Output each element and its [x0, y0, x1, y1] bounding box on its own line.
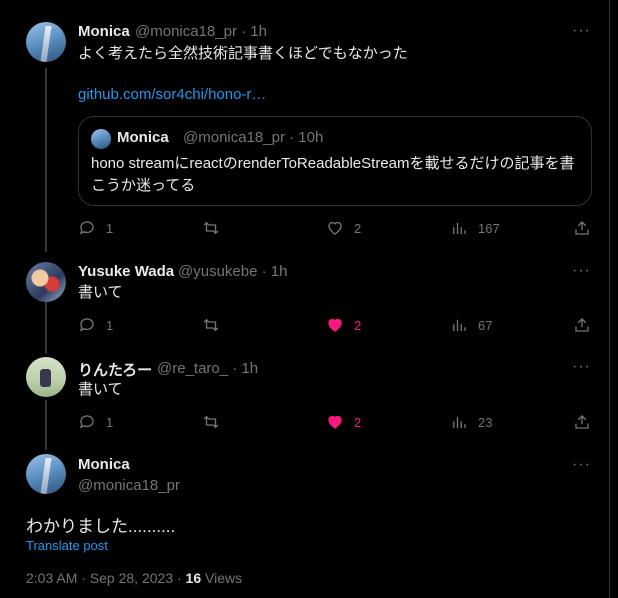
reply-button[interactable]: 1	[78, 412, 113, 432]
heart-filled-icon	[328, 415, 342, 429]
avatar[interactable]	[26, 454, 66, 494]
view-count: 167	[478, 220, 500, 236]
analytics-icon	[453, 319, 466, 331]
quote-author-name: Monica	[117, 129, 169, 146]
post-metadata: 2:03 AM · Sep 28, 2023 · 16 Views	[26, 570, 242, 586]
avatar[interactable]	[26, 22, 66, 62]
view-count: 67	[478, 317, 493, 333]
post-timestamp[interactable]: 2:03 AM · Sep 28, 2023 ·	[26, 570, 186, 586]
author-handle[interactable]: @monica18_pr	[78, 477, 180, 494]
like-button[interactable]: 2	[326, 218, 361, 238]
more-icon[interactable]: ···	[572, 262, 591, 280]
quoted-tweet[interactable]: Monica @monica18_pr · 10h hono streamにre…	[78, 116, 592, 206]
more-icon[interactable]: ···	[572, 456, 591, 474]
views-button[interactable]: 23	[450, 412, 492, 432]
repost-button[interactable]	[202, 218, 220, 238]
repost-icon	[203, 415, 219, 429]
like-count: 2	[354, 220, 362, 236]
view-count: 23	[478, 414, 493, 430]
share-button[interactable]	[573, 315, 591, 335]
share-button[interactable]	[573, 412, 591, 432]
thread-line	[45, 400, 47, 450]
avatar	[91, 129, 111, 149]
share-icon	[575, 221, 589, 235]
author-name[interactable]: Monica	[78, 23, 130, 40]
author-name[interactable]: Yusuke Wada	[78, 263, 174, 280]
reply-count: 1	[106, 317, 114, 333]
thread-line	[45, 298, 47, 354]
reply-count: 1	[106, 414, 114, 430]
repost-icon	[203, 221, 219, 235]
tweet-text: 書いて	[78, 381, 123, 398]
views-button[interactable]: 167	[450, 218, 500, 238]
like-button[interactable]: 2	[326, 315, 361, 335]
heart-icon	[328, 221, 342, 235]
tweet-link[interactable]: github.com/sor4chi/hono-r…	[78, 86, 266, 103]
reply-icon	[79, 221, 94, 235]
repost-button[interactable]	[202, 315, 220, 335]
reply-count: 1	[106, 220, 114, 236]
views-label: Views	[201, 570, 243, 586]
quote-text: hono streamにreactのrenderToReadableStream…	[91, 155, 575, 194]
avatar[interactable]	[26, 357, 66, 397]
analytics-icon	[453, 416, 466, 428]
author-name[interactable]: りんたろー	[78, 359, 152, 380]
like-count: 2	[354, 414, 362, 430]
author-handle[interactable]: @monica18_pr · 1h	[135, 23, 267, 40]
tweet-text: よく考えたら全然技術記事書くほどでもなかった	[78, 45, 408, 62]
like-button[interactable]: 2	[326, 412, 361, 432]
post-text: わかりました..........	[26, 517, 176, 536]
like-count: 2	[354, 317, 362, 333]
quote-author-handle: @monica18_pr · 10h	[183, 129, 324, 146]
author-handle[interactable]: @yusukebe · 1h	[178, 263, 287, 280]
repost-icon	[203, 318, 219, 332]
avatar[interactable]	[26, 262, 66, 302]
share-icon	[575, 415, 589, 429]
reply-button[interactable]: 1	[78, 315, 113, 335]
author-handle[interactable]: @re_taro_ · 1h	[157, 360, 258, 377]
translate-link[interactable]: Translate post	[26, 538, 108, 553]
view-count: 16	[185, 570, 202, 586]
thread-line	[45, 68, 47, 252]
column-border	[609, 0, 610, 598]
reply-icon	[79, 415, 94, 429]
reply-icon	[79, 318, 94, 332]
views-button[interactable]: 67	[450, 315, 492, 335]
analytics-icon	[453, 222, 466, 234]
reply-button[interactable]: 1	[78, 218, 113, 238]
repost-button[interactable]	[202, 412, 220, 432]
author-name[interactable]: Monica	[78, 456, 130, 473]
share-icon	[575, 318, 589, 332]
tweet-text: 書いて	[78, 284, 123, 301]
heart-filled-icon	[328, 318, 342, 332]
share-button[interactable]	[573, 218, 591, 238]
more-icon[interactable]: ···	[572, 358, 591, 376]
more-icon[interactable]: ···	[572, 22, 591, 40]
